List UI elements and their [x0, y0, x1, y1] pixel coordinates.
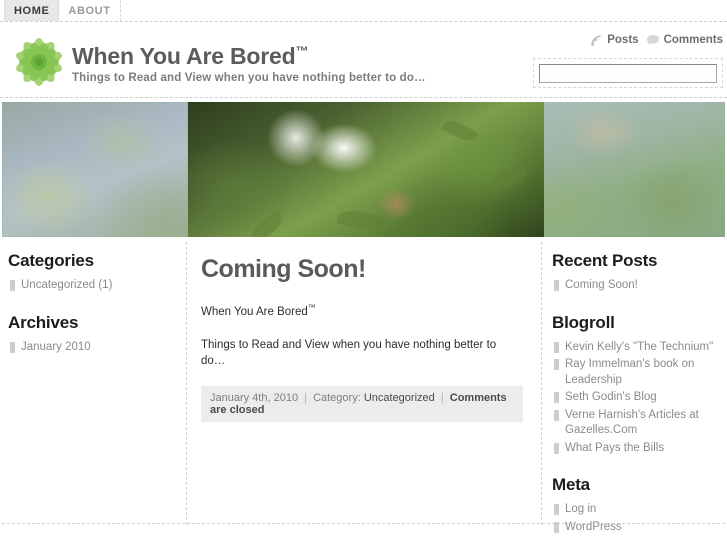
nav-tab-home[interactable]: HOME	[4, 0, 60, 21]
list-item[interactable]: WordPress	[552, 519, 719, 537]
post-date: January 4th, 2010	[210, 391, 299, 404]
category-link: Uncategorized (1)	[21, 279, 113, 291]
posts-feed-link[interactable]: Posts	[590, 34, 639, 47]
list-item[interactable]: Log in	[552, 501, 719, 519]
header-banner-image	[2, 102, 725, 237]
widget-archives: Archives January 2010	[8, 313, 176, 357]
widget-categories: Categories Uncategorized (1)	[8, 251, 176, 295]
search-input[interactable]	[539, 63, 717, 83]
meta-separator-1: |	[304, 391, 307, 404]
content-columns: Categories Uncategorized (1) Archives Ja…	[0, 242, 727, 533]
widget-meta: Meta Log in WordPress	[552, 475, 719, 536]
comment-bubble-icon	[646, 34, 659, 45]
banner-segment-left	[2, 102, 188, 237]
list-item[interactable]: Coming Soon!	[552, 277, 719, 295]
post-paragraph-1: When You Are Bored™	[201, 302, 523, 321]
archives-list: January 2010	[8, 339, 176, 357]
footer-divider	[2, 523, 725, 524]
banner-segment-right	[544, 102, 725, 237]
comments-feed-label: Comments	[663, 34, 723, 46]
list-item[interactable]: Uncategorized (1)	[8, 277, 176, 295]
site-identity: When You Are Bored™ Things to Read and V…	[72, 32, 426, 84]
site-logo[interactable]	[6, 32, 72, 92]
categories-list: Uncategorized (1)	[8, 277, 176, 295]
search-form	[533, 58, 723, 88]
site-header: When You Are Bored™ Things to Read and V…	[0, 22, 727, 98]
sidebar-right: Recent Posts Coming Soon! Blogroll Kevin…	[542, 242, 727, 533]
blogroll-link: Verne Harnish's Articles at Gazelles.Com	[565, 408, 699, 437]
widget-blogroll: Blogroll Kevin Kelly's "The Technium" Ra…	[552, 313, 719, 458]
meta-separator-2: |	[440, 391, 444, 404]
list-item[interactable]: Verne Harnish's Articles at Gazelles.Com	[552, 407, 719, 440]
banner-segment-center	[188, 102, 544, 237]
site-title[interactable]: When You Are Bored™	[72, 44, 426, 68]
primary-navigation: HOME ABOUT	[0, 0, 727, 22]
post-paragraph-1-trademark: ™	[307, 303, 316, 312]
post-category-link[interactable]: Uncategorized	[364, 392, 435, 404]
widget-archives-title: Archives	[8, 312, 79, 332]
archive-link: January 2010	[21, 340, 91, 353]
widget-categories-title: Categories	[8, 251, 94, 270]
list-item[interactable]: What Pays the Bills	[552, 440, 719, 458]
widget-meta-title: Meta	[552, 475, 590, 494]
nav-tab-about-label: ABOUT	[68, 4, 111, 17]
sidebar-left: Categories Uncategorized (1) Archives Ja…	[0, 242, 186, 525]
main-content: Coming Soon! When You Are Bored™ Things …	[186, 242, 542, 525]
blogroll-link: What Pays the Bills	[565, 441, 665, 454]
widget-recent-posts: Recent Posts Coming Soon!	[552, 251, 719, 295]
meta-login-link: Log in	[565, 503, 597, 515]
post-paragraph-2: Things to Read and View when you have no…	[201, 338, 497, 368]
recent-posts-list: Coming Soon!	[552, 277, 719, 295]
site-title-text: When You Are Bored	[72, 43, 296, 69]
posts-feed-label: Posts	[607, 34, 639, 46]
blogroll-list: Kevin Kelly's "The Technium" Ray Immelma…	[552, 339, 719, 458]
blogroll-link: Ray Immelman's book on Leadership	[565, 358, 695, 386]
list-item[interactable]: January 2010	[8, 339, 176, 357]
post-meta-bar: January 4th, 2010 | Category: Uncategori…	[201, 385, 523, 422]
widget-recent-posts-title: Recent Posts	[552, 251, 658, 270]
green-flower-rosette-icon	[16, 38, 62, 86]
meta-list: Log in WordPress	[552, 501, 719, 536]
blogroll-link: Seth Godin's Blog	[565, 391, 657, 403]
site-title-trademark: ™	[295, 43, 309, 59]
comments-feed-link[interactable]: Comments	[646, 34, 723, 46]
nav-tab-about[interactable]: ABOUT	[59, 0, 121, 21]
post-category-label: Category:	[313, 391, 361, 404]
rss-icon	[591, 34, 601, 46]
list-item[interactable]: Ray Immelman's book on Leadership	[552, 356, 719, 389]
widget-blogroll-title: Blogroll	[552, 312, 615, 332]
nav-tab-home-label: HOME	[14, 4, 50, 17]
post-title[interactable]: Coming Soon!	[201, 255, 523, 284]
blogroll-link: Kevin Kelly's "The Technium"	[565, 340, 714, 353]
header-utilities: Posts Comments	[533, 30, 723, 88]
feed-links: Posts Comments	[533, 30, 723, 50]
site-tagline: Things to Read and View when you have no…	[72, 72, 426, 85]
recent-post-link: Coming Soon!	[565, 279, 638, 291]
list-item[interactable]: Kevin Kelly's "The Technium"	[552, 339, 719, 357]
list-item[interactable]: Seth Godin's Blog	[552, 389, 719, 407]
post-paragraph-1-text: When You Are Bored	[201, 305, 308, 318]
